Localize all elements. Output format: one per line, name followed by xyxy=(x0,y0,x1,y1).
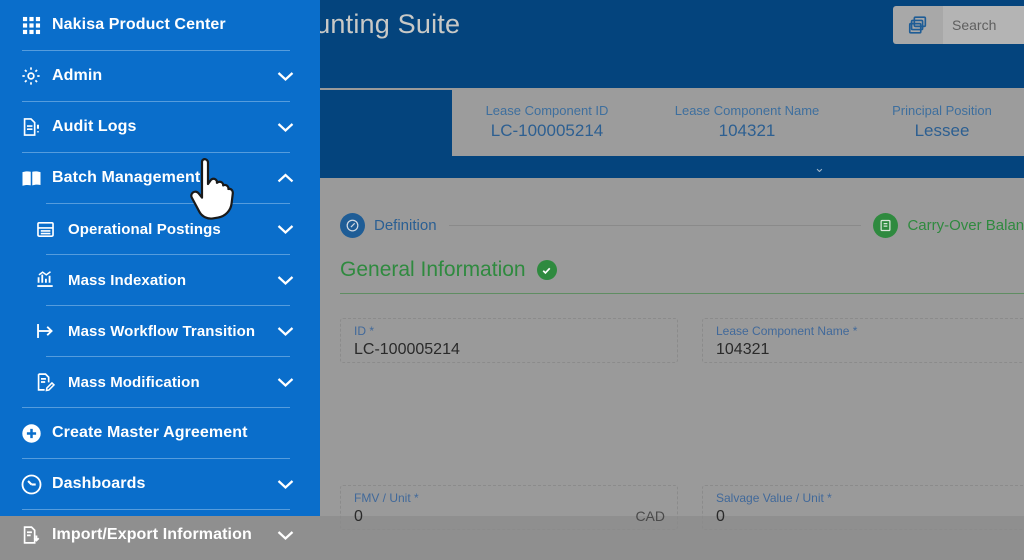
sidebar-item-create-master-agreement[interactable]: Create Master Agreement xyxy=(0,408,312,458)
field-label: Lease Component Name * xyxy=(716,324,1024,339)
step-carry-over-balance[interactable]: Carry-Over Balance xyxy=(873,213,1024,238)
sidebar-item-mass-indexation[interactable]: Mass Indexation xyxy=(0,255,312,305)
section-divider xyxy=(340,293,1024,294)
sidebar-item-import-export-information[interactable]: Import/Export Information xyxy=(0,510,312,560)
sidebar-item-label: Create Master Agreement xyxy=(48,424,294,442)
check-circle-icon xyxy=(537,260,557,280)
app-title: ounting Suite xyxy=(300,9,460,40)
document-edit-icon xyxy=(26,371,64,393)
sidebar-item-label: Batch Management xyxy=(48,169,277,187)
sidebar-item-operational-postings[interactable]: Operational Postings xyxy=(0,204,312,254)
info-field-lease-component-id: Lease Component ID LC-100005214 xyxy=(452,90,642,156)
sidebar-nav: Nakisa Product Center Admin Audit Logs xyxy=(0,0,312,516)
chevron-down-icon[interactable]: ⌄ xyxy=(814,161,825,174)
panel-icon xyxy=(26,219,64,240)
sidebar-item-admin[interactable]: Admin xyxy=(0,51,312,101)
apps-grid-icon[interactable] xyxy=(14,16,48,35)
info-field-lease-component-name: Lease Component Name 104321 xyxy=(642,90,852,156)
step-definition[interactable]: Definition xyxy=(340,213,437,238)
field-fmv-per-unit[interactable]: FMV / Unit * 0 CAD xyxy=(340,485,678,530)
sidebar-item-label: Operational Postings xyxy=(64,221,277,238)
sidebar-item-label: Import/Export Information xyxy=(48,526,277,544)
section-header: General Information xyxy=(340,258,1024,282)
copy-layers-icon[interactable] xyxy=(893,6,943,44)
field-lease-component-name[interactable]: Lease Component Name * 104321 xyxy=(702,318,1024,363)
document-import-icon xyxy=(14,524,48,546)
sidebar-item-label: Audit Logs xyxy=(48,118,277,136)
sidebar-item-mass-modification[interactable]: Mass Modification xyxy=(0,357,312,407)
chevron-up-icon[interactable] xyxy=(277,173,294,184)
document-list-icon xyxy=(873,213,898,238)
field-currency-suffix: CAD xyxy=(635,508,665,524)
info-field-label: Lease Component ID xyxy=(452,102,642,119)
form-row: ID * LC-100005214 Lease Component Name *… xyxy=(340,318,1024,363)
info-field-label: Lease Component Name xyxy=(642,102,852,119)
field-salvage-value-per-unit[interactable]: Salvage Value / Unit * 0 xyxy=(702,485,1024,530)
step-label: Carry-Over Balance xyxy=(907,217,1024,234)
field-value[interactable]: 0 xyxy=(716,506,1024,527)
plus-circle-icon xyxy=(14,422,48,445)
sidebar-item-label: Dashboards xyxy=(48,475,277,493)
sidebar-item-label: Mass Workflow Transition xyxy=(64,323,277,340)
sidebar-item-label: Mass Indexation xyxy=(64,272,277,289)
form-row: FMV / Unit * 0 CAD Salvage Value / Unit … xyxy=(340,485,1024,530)
sidebar-item-label: Nakisa Product Center xyxy=(48,16,294,34)
sidebar-item-label: Mass Modification xyxy=(64,374,277,391)
chevron-down-icon[interactable] xyxy=(277,275,294,286)
info-field-value: Lessee xyxy=(852,119,1024,143)
field-id[interactable]: ID * LC-100005214 xyxy=(340,318,678,363)
field-value[interactable]: 0 xyxy=(354,506,667,527)
general-information-form: ID * LC-100005214 Lease Component Name *… xyxy=(340,318,1024,530)
gauge-icon xyxy=(14,473,48,496)
info-field-value: LC-100005214 xyxy=(452,119,642,143)
field-value[interactable]: LC-100005214 xyxy=(354,339,667,360)
field-label: ID * xyxy=(354,324,667,339)
bar-chart-icon xyxy=(26,269,64,291)
field-label: FMV / Unit * xyxy=(354,491,667,506)
sidebar-edge xyxy=(312,0,320,516)
sidebar-item-label: Admin xyxy=(48,67,277,85)
step-label: Definition xyxy=(374,217,437,234)
chevron-down-icon[interactable] xyxy=(277,530,294,541)
info-field-label: Principal Position xyxy=(852,102,1024,119)
info-field-value: 104321 xyxy=(642,119,852,143)
sidebar-item-mass-workflow-transition[interactable]: Mass Workflow Transition xyxy=(0,306,312,356)
search-input[interactable]: Search xyxy=(943,6,1024,44)
chevron-down-icon[interactable] xyxy=(277,479,294,490)
step-connector xyxy=(449,225,862,226)
gear-icon xyxy=(14,65,48,87)
global-search[interactable]: Search xyxy=(893,6,1024,44)
field-value[interactable]: 104321 xyxy=(716,339,1024,360)
sidebar-item-batch-management[interactable]: Batch Management xyxy=(0,153,312,203)
field-label: Salvage Value / Unit * xyxy=(716,491,1024,506)
chevron-down-icon[interactable] xyxy=(277,122,294,133)
chevron-down-icon[interactable] xyxy=(277,377,294,388)
wizard-steps: Definition Carry-Over Balance xyxy=(340,208,1024,242)
chevron-down-icon[interactable] xyxy=(277,71,294,82)
edit-circle-icon xyxy=(340,213,365,238)
book-icon xyxy=(14,167,48,190)
chevron-down-icon[interactable] xyxy=(277,326,294,337)
sidebar-item-audit-logs[interactable]: Audit Logs xyxy=(0,102,312,152)
chevron-down-icon[interactable] xyxy=(277,224,294,235)
document-alert-icon xyxy=(14,116,48,138)
arrow-right-bar-icon xyxy=(26,320,64,342)
info-field-principal-position: Principal Position Lessee xyxy=(852,90,1024,156)
sidebar-item-dashboards[interactable]: Dashboards xyxy=(0,459,312,509)
page-title: General Information xyxy=(340,258,526,282)
sidebar-item-product-center[interactable]: Nakisa Product Center xyxy=(0,0,312,50)
